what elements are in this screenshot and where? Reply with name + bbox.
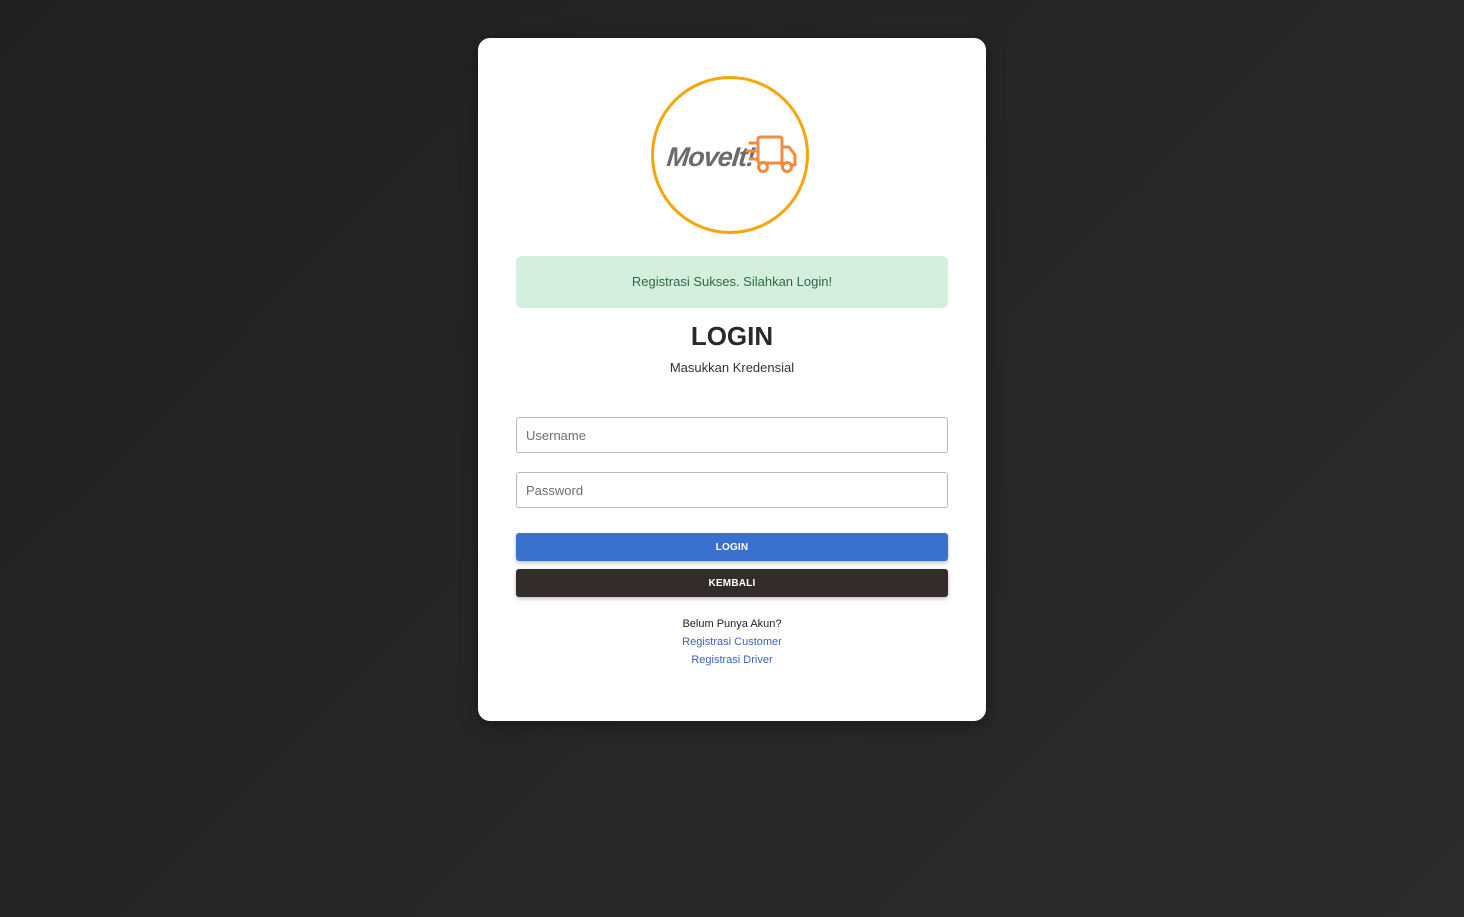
register-driver-row: Registrasi Driver bbox=[478, 652, 986, 668]
page-subtitle: Masukkan Kredensial bbox=[669, 360, 795, 375]
username-input[interactable] bbox=[516, 417, 948, 453]
page-title: LOGIN bbox=[690, 321, 774, 351]
register-customer-row: Registrasi Customer bbox=[478, 634, 986, 650]
register-driver-link[interactable]: Registrasi Driver bbox=[691, 654, 772, 666]
brand-logo: MoveIt! bbox=[651, 76, 809, 234]
truck-icon bbox=[745, 135, 797, 173]
no-account-text: Belum Punya Akun? bbox=[682, 618, 782, 630]
login-button[interactable]: LOGIN bbox=[516, 533, 948, 561]
success-alert: Registrasi Sukses. Silahkan Login! bbox=[516, 256, 948, 308]
password-input[interactable] bbox=[516, 472, 948, 508]
login-card: MoveIt! Registrasi Sukses. Silahkan Logi… bbox=[478, 38, 986, 721]
back-button[interactable]: KEMBALI bbox=[516, 569, 948, 597]
register-customer-link[interactable]: Registrasi Customer bbox=[682, 636, 782, 648]
